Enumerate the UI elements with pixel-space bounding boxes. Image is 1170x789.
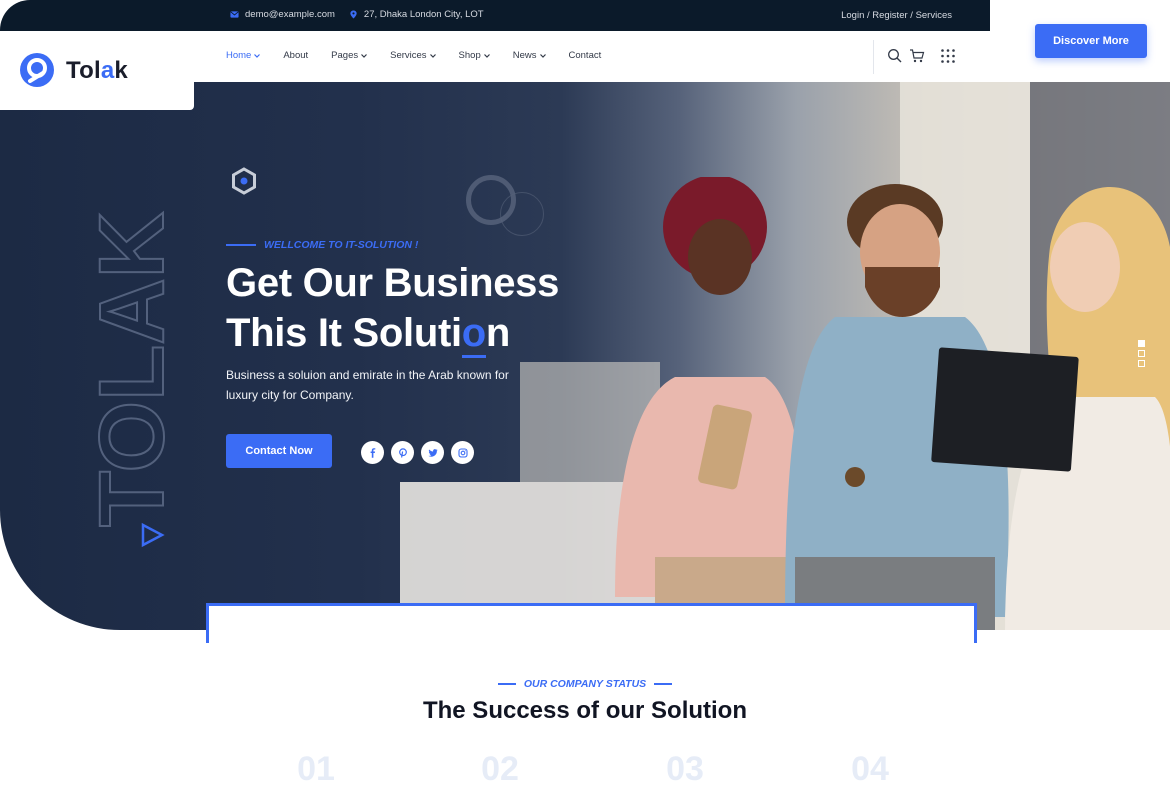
topbar-email[interactable]: demo@example.com (230, 9, 335, 20)
topbar-address: 27, Dhaka London City, LOT (349, 9, 484, 20)
logo[interactable]: Tolak (0, 31, 194, 110)
slider-dots (1138, 340, 1145, 367)
top-bar: demo@example.com 27, Dhaka London City, … (0, 0, 990, 31)
address-text: 27, Dhaka London City, LOT (363, 9, 484, 20)
hero-subtitle: Business a soluion and emirate in the Ar… (226, 368, 509, 402)
status-number: 01 (297, 750, 335, 788)
tolak-vertical-outline-text: TOLAK (80, 211, 184, 528)
twitter-icon[interactable] (421, 441, 444, 464)
label-line-right (654, 683, 673, 685)
email-text: demo@example.com (245, 9, 335, 20)
search-icon[interactable] (887, 48, 903, 64)
nav-item-about[interactable]: About (283, 50, 308, 61)
contact-now-button[interactable]: Contact Now (226, 434, 332, 468)
nav-item-contact[interactable]: Contact (569, 50, 602, 61)
nav-item-home[interactable]: Home (226, 50, 261, 61)
svg-text:TOLAK: TOLAK (81, 212, 183, 527)
grid-menu-icon[interactable] (940, 48, 956, 64)
hero-title: Get Our Business This It Solution (226, 258, 559, 358)
cart-icon[interactable] (909, 48, 925, 64)
nav-menu: Home About Pages Services Shop News Cont… (226, 50, 601, 61)
feature-card-top (206, 603, 977, 643)
status-number: 03 (666, 750, 704, 788)
slider-dot[interactable] (1138, 340, 1145, 347)
section-title: The Success of our Solution (422, 697, 748, 724)
logo-mark-icon (20, 53, 54, 87)
welcome-text: WELLCOME TO IT-SOLUTION ! (264, 239, 419, 251)
hero-welcome: WELLCOME TO IT-SOLUTION ! (226, 239, 418, 251)
label-line-left (497, 683, 516, 685)
map-pin-icon (350, 10, 357, 19)
welcome-line (226, 244, 256, 246)
facebook-icon[interactable] (361, 441, 384, 464)
status-number: 04 (851, 750, 889, 788)
chevron-down-icon (483, 53, 490, 58)
auth-links[interactable]: Login / Register / Services (841, 10, 952, 21)
nav-item-news[interactable]: News (513, 50, 546, 61)
section-label: OUR COMPANY STATUS (0, 678, 1170, 690)
instagram-icon[interactable] (451, 441, 474, 464)
chevron-down-icon (361, 53, 368, 58)
nav-item-shop[interactable]: Shop (459, 50, 490, 61)
hero-people-photo (615, 177, 1170, 630)
envelope-icon (230, 11, 239, 18)
nav-item-services[interactable]: Services (390, 50, 436, 61)
chevron-down-icon (429, 53, 436, 58)
hero-title-line2: This It Solution (226, 308, 559, 358)
play-triangle-icon (141, 522, 165, 548)
section-label-text: OUR COMPANY STATUS (523, 678, 647, 690)
chevron-down-icon (539, 53, 546, 58)
nav-divider (873, 40, 874, 74)
status-number: 02 (481, 750, 519, 788)
brand-name: Tolak (66, 57, 128, 84)
ring-thin-shape (500, 192, 544, 236)
slider-dot[interactable] (1138, 350, 1145, 357)
chevron-down-icon (254, 53, 261, 58)
discover-more-button[interactable]: Discover More (1035, 24, 1147, 58)
slider-dot[interactable] (1138, 360, 1145, 367)
hero-title-line1: Get Our Business (226, 261, 560, 305)
hero-banner: TOLAK WELLCOME TO IT-SOLUTION ! Get Our … (0, 82, 1170, 630)
pinterest-icon[interactable] (391, 441, 414, 464)
social-links (361, 441, 474, 464)
hexagon-shape-icon (232, 167, 256, 195)
nav-item-pages[interactable]: Pages (331, 50, 368, 61)
